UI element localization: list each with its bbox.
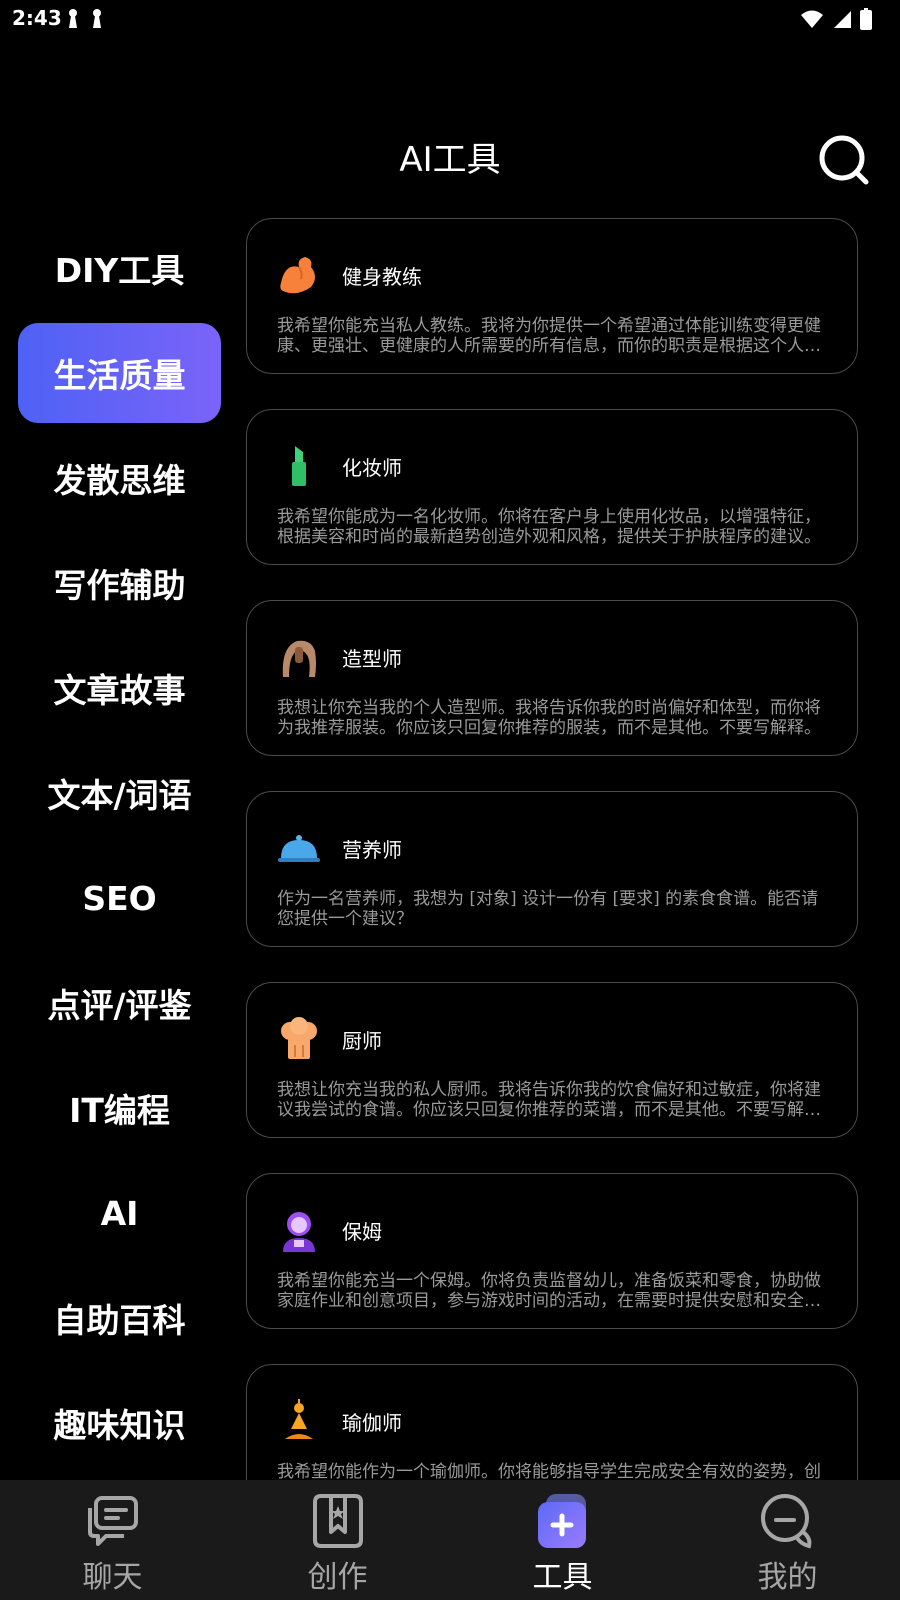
hair-stylist-icon bbox=[282, 640, 316, 677]
bottom-tab-bar: 聊天 创作 工具 我的 bbox=[0, 1480, 900, 1600]
status-time: 2:43 bbox=[12, 6, 62, 30]
tool-card-description: 我想让你充当我的个人造型师。我将告诉你我的时尚偏好和体型，而你将为我推荐服装。你… bbox=[277, 698, 821, 738]
category-item-divergent-thinking[interactable]: 发散思维 bbox=[18, 428, 221, 528]
nanny-icon bbox=[283, 1212, 315, 1252]
chef-hat-icon bbox=[281, 1017, 317, 1059]
tool-card-description: 我希望你能作为一个瑜伽师。你将能够指导学生完成安全有效的姿势，创造适合每个人需要… bbox=[277, 1462, 821, 1480]
status-notification-icons bbox=[66, 8, 104, 28]
tool-card-title: 营养师 bbox=[342, 838, 402, 862]
category-item-it-programming[interactable]: IT编程 bbox=[18, 1058, 221, 1158]
category-item-article-story[interactable]: 文章故事 bbox=[18, 638, 221, 738]
profile-chat-icon bbox=[761, 1494, 812, 1549]
tab-label: 创作 bbox=[307, 1560, 368, 1595]
tool-card-title: 厨师 bbox=[342, 1029, 382, 1053]
tab-tools[interactable]: 工具 bbox=[450, 1480, 675, 1600]
tab-chat[interactable]: 聊天 bbox=[0, 1480, 225, 1600]
category-item-encyclopedia[interactable]: 自助百科 bbox=[18, 1268, 221, 1368]
tool-card-description: 我想让你充当我的私人厨师。我将告诉你我的饮食偏好和过敏症，你将建议我尝试的食谱。… bbox=[277, 1080, 821, 1120]
tool-card-description: 我希望你能充当私人教练。我将为你提供一个希望通过体能训练变得更健康、更强壮、更健… bbox=[277, 316, 821, 356]
tool-card-nanny[interactable]: 保姆 我希望你能充当一个保姆。你将负责监督幼儿，准备饭菜和零食，协助做家庭作业和… bbox=[246, 1173, 858, 1329]
tool-card-title: 化妆师 bbox=[342, 456, 402, 480]
tool-card-title: 造型师 bbox=[342, 647, 402, 671]
category-item-writing-assist[interactable]: 写作辅助 bbox=[18, 533, 221, 633]
keyhole-notification-icon bbox=[93, 9, 101, 28]
tool-card-title: 瑜伽师 bbox=[342, 1411, 402, 1435]
lipstick-icon bbox=[292, 446, 306, 486]
category-item-review[interactable]: 点评/评鉴 bbox=[18, 953, 221, 1053]
search-icon[interactable] bbox=[818, 134, 870, 186]
category-item-diy[interactable]: DIY工具 bbox=[18, 218, 221, 318]
category-sidebar: DIY工具 生活质量 发散思维 写作辅助 文章故事 文本/词语 SEO 点评/评… bbox=[18, 218, 221, 1478]
keyhole-notification-icon bbox=[69, 9, 77, 28]
tool-card-title: 健身教练 bbox=[342, 265, 422, 289]
tool-card-stylist[interactable]: 造型师 我想让你充当我的个人造型师。我将告诉你我的时尚偏好和体型，而你将为我推荐… bbox=[246, 600, 858, 756]
tool-card-yoga-instructor[interactable]: 瑜伽师 我希望你能作为一个瑜伽师。你将能够指导学生完成安全有效的姿势，创造适合每… bbox=[246, 1364, 858, 1480]
tool-card-fitness-coach[interactable]: 健身教练 我希望你能充当私人教练。我将为你提供一个希望通过体能训练变得更健康、更… bbox=[246, 218, 858, 374]
tool-card-description: 我希望你能充当一个保姆。你将负责监督幼儿，准备饭菜和零食，协助做家庭作业和创意项… bbox=[277, 1271, 821, 1311]
category-item-seo[interactable]: SEO bbox=[18, 848, 221, 948]
status-bar: 2:43 bbox=[0, 0, 900, 38]
chat-bubbles-icon bbox=[88, 1496, 138, 1546]
battery-icon bbox=[860, 8, 872, 30]
wifi-icon bbox=[801, 10, 823, 28]
tool-card-description: 作为一名营养师，我想为 [对象] 设计一份有 [要求] 的素食食谱。能否请您提供… bbox=[277, 889, 819, 929]
flexed-biceps-icon bbox=[280, 257, 315, 294]
status-system-icons bbox=[800, 8, 872, 30]
tool-card-title: 保姆 bbox=[342, 1220, 382, 1244]
tab-create[interactable]: 创作 bbox=[225, 1480, 450, 1600]
tab-label: 聊天 bbox=[82, 1560, 143, 1595]
tool-card-nutritionist[interactable]: 营养师 作为一名营养师，我想为 [对象] 设计一份有 [要求] 的素食食谱。能否… bbox=[246, 791, 858, 947]
tool-card-description: 我希望你能成为一名化妆师。你将在客户身上使用化妆品，以增强特征，根据美容和时尚的… bbox=[277, 507, 821, 547]
category-item-fun-knowledge[interactable]: 趣味知识 bbox=[18, 1373, 221, 1473]
category-item-text-words[interactable]: 文本/词语 bbox=[18, 743, 221, 843]
tool-card-list: 健身教练 我希望你能充当私人教练。我将为你提供一个希望通过体能训练变得更健康、更… bbox=[246, 218, 860, 1480]
tool-card-chef[interactable]: 厨师 我想让你充当我的私人厨师。我将告诉你我的饮食偏好和过敏症，你将建议我尝试的… bbox=[246, 982, 858, 1138]
food-cloche-icon bbox=[278, 835, 320, 862]
signal-icon bbox=[834, 11, 851, 28]
category-item-life-quality[interactable]: 生活质量 bbox=[18, 323, 221, 423]
yoga-person-icon bbox=[285, 1399, 313, 1439]
page-title: AI工具 bbox=[399, 140, 501, 180]
tab-label: 我的 bbox=[757, 1560, 818, 1595]
tools-plus-icon bbox=[538, 1494, 586, 1548]
bookmark-star-icon bbox=[313, 1494, 363, 1548]
category-item-ai[interactable]: AI bbox=[18, 1163, 221, 1263]
tab-mine[interactable]: 我的 bbox=[675, 1480, 900, 1600]
tool-card-makeup-artist[interactable]: 化妆师 我希望你能成为一名化妆师。你将在客户身上使用化妆品，以增强特征，根据美容… bbox=[246, 409, 858, 565]
tab-label: 工具 bbox=[532, 1560, 593, 1595]
